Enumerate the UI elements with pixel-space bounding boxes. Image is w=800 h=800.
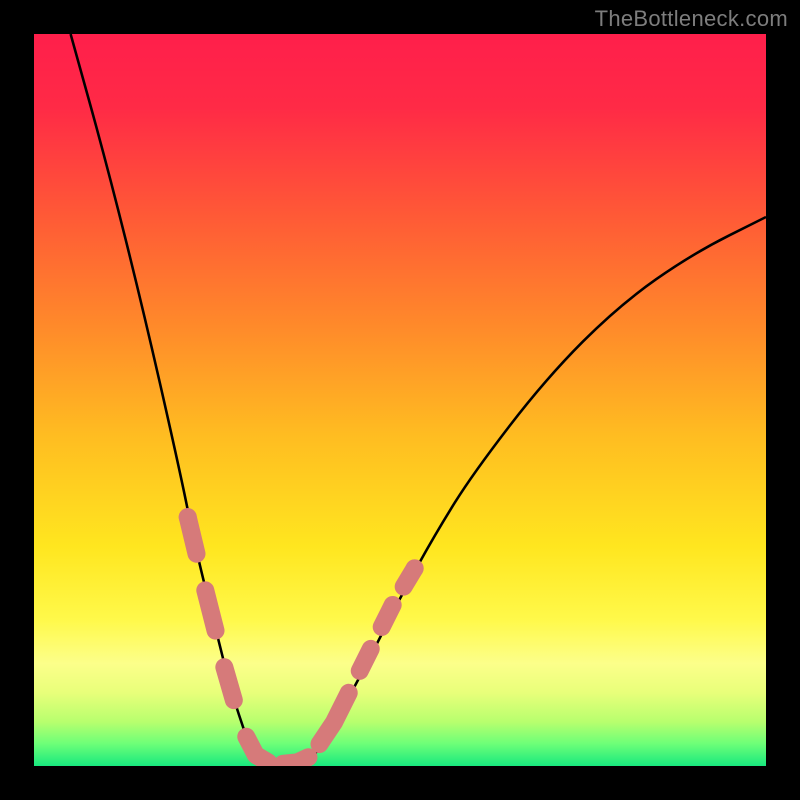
- marker-pill: [224, 667, 234, 700]
- chart-stage: TheBottleneck.com: [0, 0, 800, 800]
- marker-pill: [382, 605, 393, 627]
- marker-dot: [406, 559, 424, 577]
- marker-group: [179, 508, 424, 764]
- marker-pill: [319, 693, 348, 744]
- bottleneck-curve: [34, 34, 766, 766]
- marker-pill: [360, 649, 371, 671]
- plot-area: [34, 34, 766, 766]
- marker-dot: [179, 508, 197, 526]
- marker-pill: [205, 590, 215, 630]
- watermark-text: TheBottleneck.com: [595, 6, 788, 32]
- curve-path: [71, 34, 766, 766]
- marker-pill: [283, 757, 309, 764]
- marker-pill: [246, 737, 268, 763]
